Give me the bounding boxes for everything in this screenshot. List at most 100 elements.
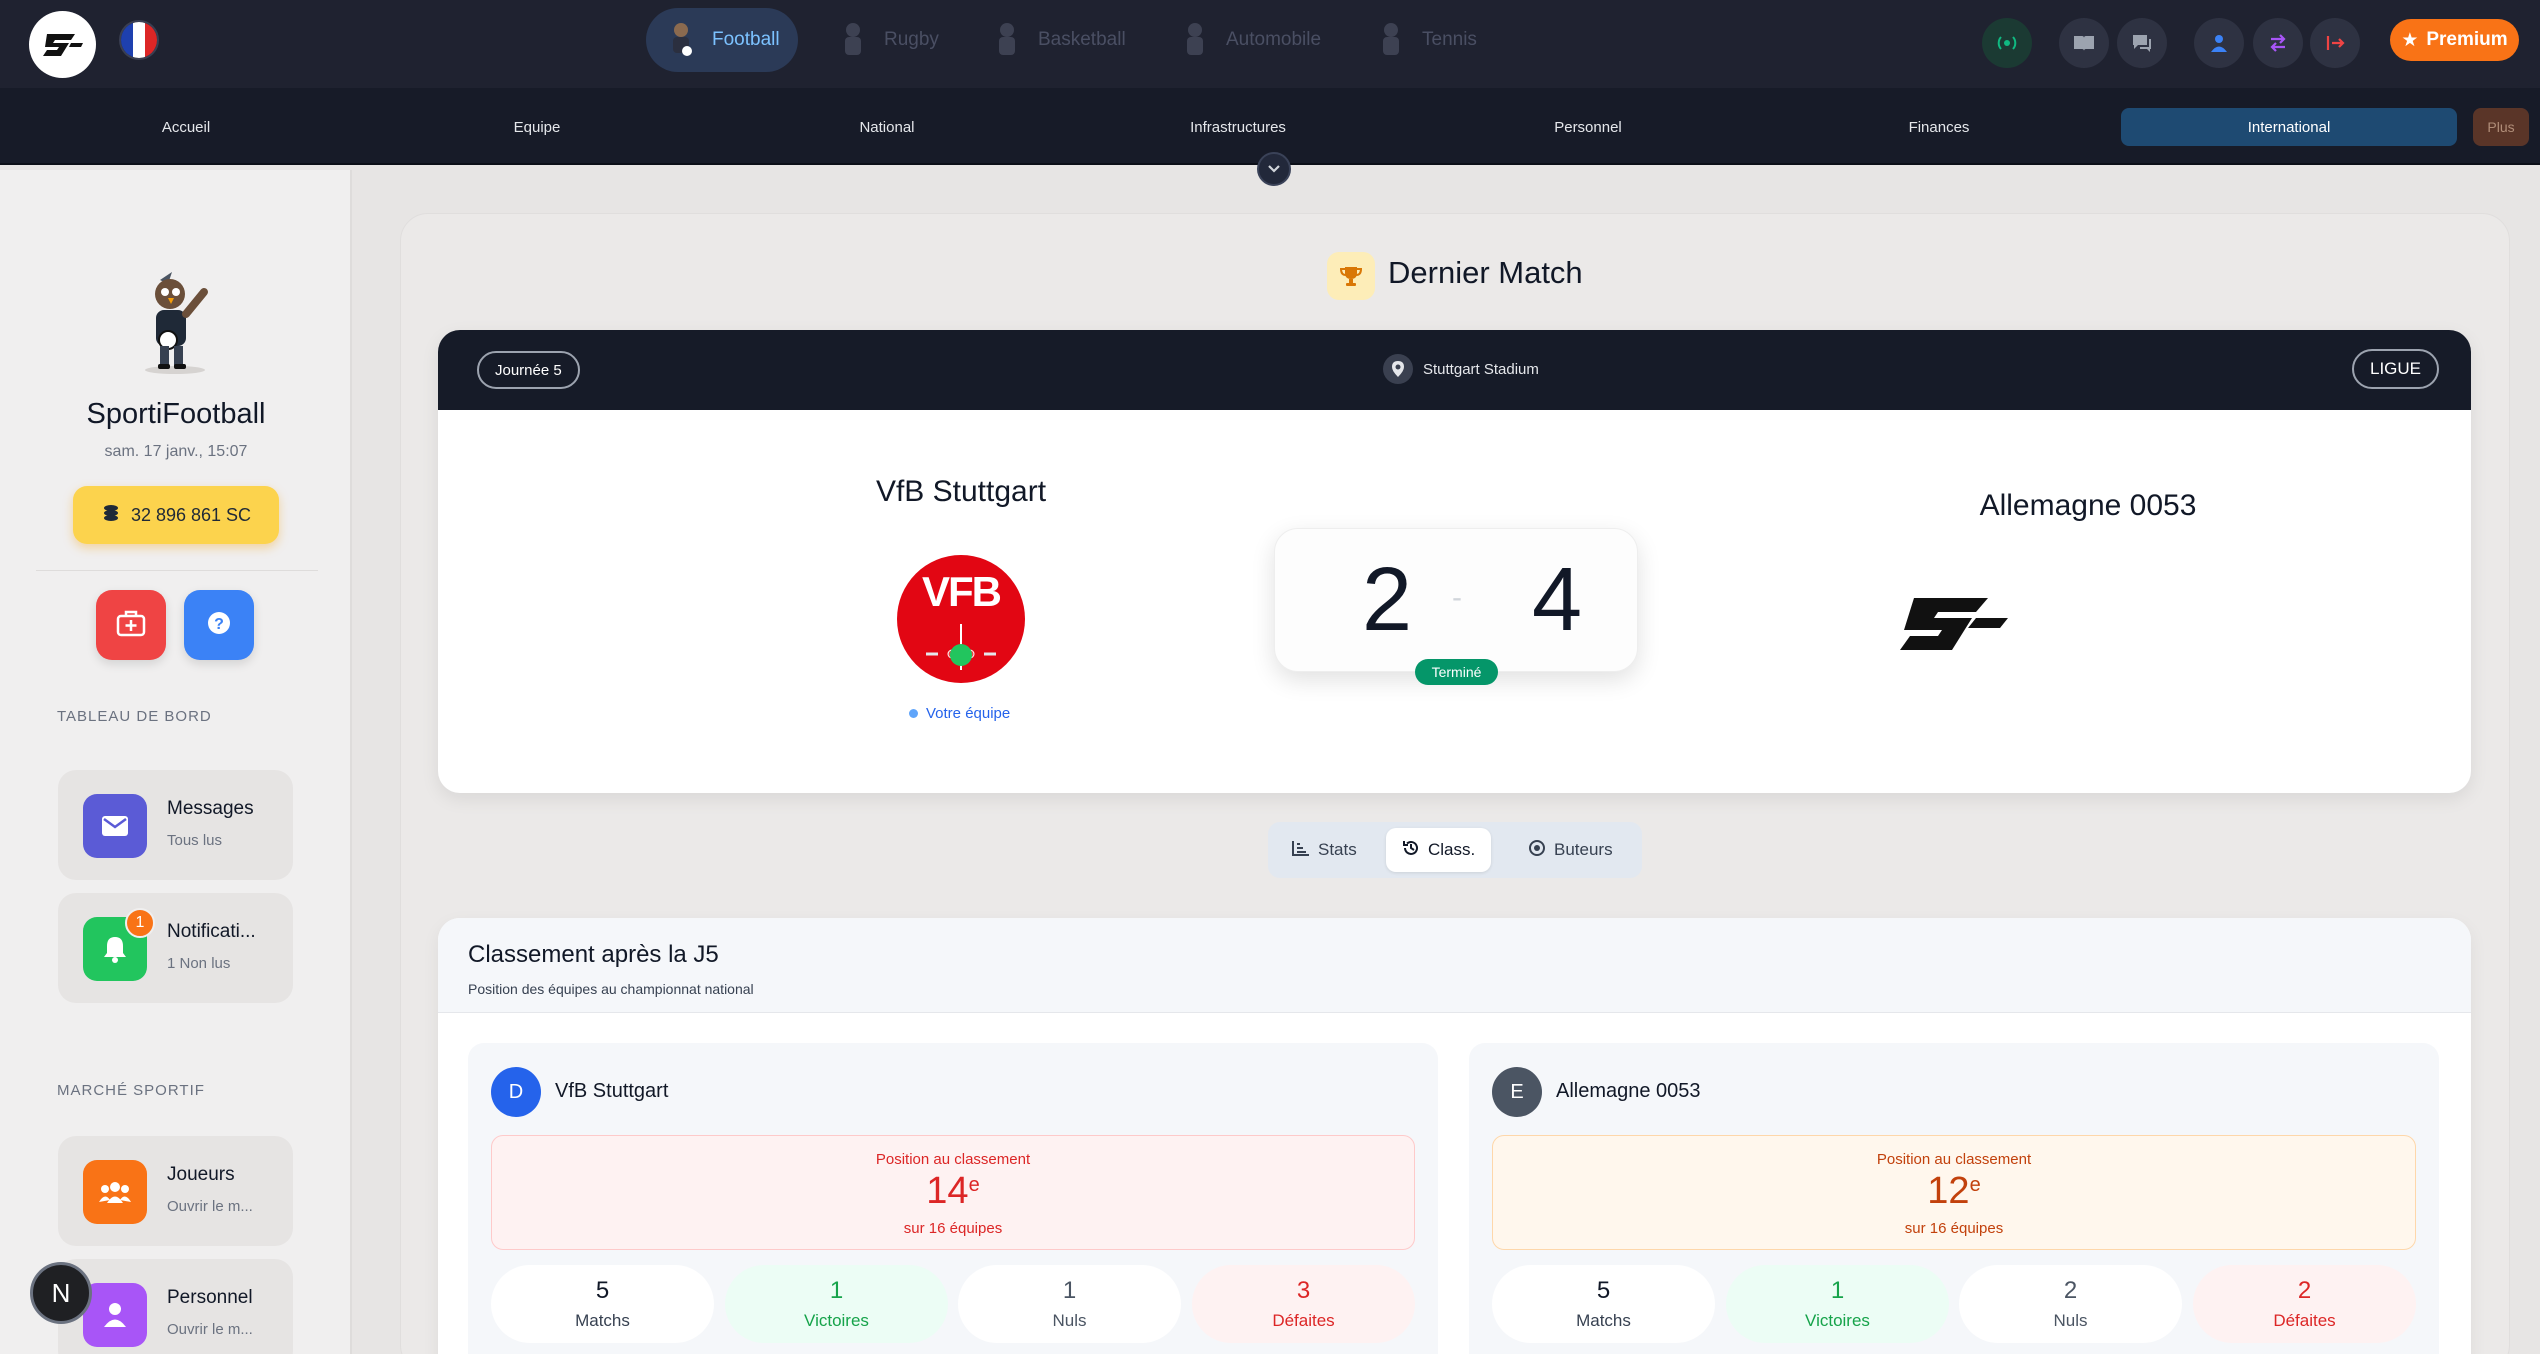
app-logo[interactable] — [29, 11, 96, 78]
automobile-mascot-icon — [1178, 20, 1212, 60]
first-aid-button[interactable] — [96, 590, 166, 660]
tab-stats[interactable]: Stats — [1276, 828, 1373, 872]
book-icon[interactable] — [2059, 18, 2109, 68]
divider — [36, 570, 318, 571]
sport-tab-football[interactable]: Football — [646, 8, 798, 72]
nav-national[interactable]: National — [719, 108, 1055, 146]
stat-losses: 2 Défaites — [2193, 1265, 2416, 1343]
position-label: Position au classement — [875, 1151, 1031, 1168]
sportifootball-logo-icon — [1896, 592, 2012, 664]
stat-value: 1 — [1062, 1277, 1077, 1304]
stat-value: 1 — [1830, 1277, 1845, 1304]
position-label: Position au classement — [1876, 1151, 2032, 1168]
nav-equipe[interactable]: Equipe — [369, 108, 705, 146]
users-icon — [83, 1160, 147, 1224]
scoreboard: 2 - 4 — [1274, 528, 1638, 672]
standings-subtitle: Position des équipes au championnat nati… — [468, 981, 754, 997]
coin-balance[interactable]: 32 896 861 SC — [73, 486, 279, 544]
position-suffix: e — [968, 1174, 980, 1196]
history-icon — [1402, 839, 1420, 862]
chat-icon[interactable] — [2117, 18, 2167, 68]
basketball-mascot-icon — [990, 20, 1024, 60]
stat-label: Nuls — [1052, 1311, 1087, 1330]
stat-label: Défaites — [1272, 1311, 1335, 1330]
sport-tab-tennis[interactable]: Tennis — [1356, 8, 1495, 72]
notifications-title: Notificati... — [167, 921, 256, 942]
vfb-stuttgart-crest-icon: VFB — [896, 554, 1026, 684]
position-box: Position au classement 14e sur 16 équipe… — [491, 1135, 1415, 1250]
sport-tab-rugby[interactable]: Rugby — [818, 8, 957, 72]
position-suffix: e — [1969, 1174, 1981, 1196]
nav-personnel[interactable]: Personnel — [1420, 108, 1756, 146]
stat-losses: 3 Défaites — [1192, 1265, 1415, 1343]
notifications-card[interactable]: Notificati... 1 Non lus — [58, 893, 293, 1003]
stat-matches: 5 Matchs — [1492, 1265, 1715, 1343]
position-number: 14 — [926, 1170, 969, 1212]
swap-icon[interactable] — [2253, 18, 2303, 68]
football-mascot-icon — [664, 20, 698, 60]
france-flag-icon[interactable] — [119, 20, 159, 60]
messages-card[interactable]: Messages Tous lus — [58, 770, 293, 880]
dot-icon — [909, 709, 918, 718]
tab-buteurs-label: Buteurs — [1554, 840, 1613, 859]
players-subtitle: Ouvrir le m... — [167, 1198, 253, 1215]
team-initial-avatar: E — [1492, 1067, 1542, 1117]
sidebar: SportiFootball sam. 17 janv., 15:07 32 8… — [0, 170, 352, 1354]
team-standing-home: D VfB Stuttgart Position au classement 1… — [468, 1043, 1438, 1354]
sport-tab-label: Basketball — [1038, 29, 1126, 50]
stat-label: Nuls — [2053, 1311, 2088, 1330]
staff-subtitle: Ouvrir le m... — [167, 1321, 253, 1338]
bar-chart-icon — [1292, 840, 1310, 861]
date-time: sam. 17 janv., 15:07 — [104, 443, 248, 460]
your-team-tag: Votre équipe — [909, 705, 1010, 722]
sport-tab-label: Automobile — [1226, 29, 1322, 50]
tab-classement[interactable]: Class. — [1386, 828, 1492, 872]
rugby-mascot-icon — [836, 20, 870, 60]
logout-icon[interactable] — [2310, 18, 2360, 68]
stat-label: Matchs — [575, 1311, 630, 1330]
standings-header: Classement après la J5 Position des équi… — [438, 918, 2471, 1013]
user-icon[interactable] — [2194, 18, 2244, 68]
question-icon: ? — [206, 610, 232, 641]
help-button[interactable]: ? — [184, 590, 254, 660]
section-dashboard-label: TABLEAU DE BORD — [57, 708, 212, 725]
user-avatar-button[interactable]: N — [30, 1262, 92, 1324]
team-name: Allemagne 0053 — [1556, 1080, 1701, 1102]
sport-tab-label: Tennis — [1422, 29, 1477, 50]
standings-card: Classement après la J5 Position des équi… — [438, 918, 2471, 1354]
messages-subtitle: Tous lus — [167, 832, 223, 849]
match-header: Journée 5 Stuttgart Stadium LIGUE — [438, 330, 2471, 410]
nav-international[interactable]: International — [2121, 108, 2457, 146]
players-card[interactable]: Joueurs Ouvrir le m... — [58, 1136, 293, 1246]
nav-infrastructures[interactable]: Infrastructures — [1070, 108, 1406, 146]
sport-tab-automobile[interactable]: Automobile — [1160, 8, 1339, 72]
live-signal-icon[interactable] — [1982, 18, 2032, 68]
premium-button[interactable]: ★ Premium — [2390, 19, 2519, 61]
nav-accueil[interactable]: Accueil — [18, 108, 354, 146]
home-score: 2 — [1361, 550, 1413, 650]
section-market-label: MARCHÉ SPORTIF — [57, 1082, 205, 1099]
coin-balance-value: 32 896 861 SC — [130, 504, 252, 525]
team-standing-away: E Allemagne 0053 Position au classement … — [1469, 1043, 2439, 1354]
stat-value: 3 — [1296, 1277, 1311, 1304]
chevron-down-icon[interactable] — [1257, 152, 1291, 186]
standings-title: Classement après la J5 — [468, 941, 719, 968]
tab-buteurs[interactable]: Buteurs — [1512, 828, 1629, 872]
sport-tab-label: Football — [712, 29, 780, 50]
tennis-mascot-icon — [1374, 20, 1408, 60]
brand-title: SportiFootball — [86, 398, 266, 430]
stat-draws: 1 Nuls — [958, 1265, 1181, 1343]
stat-value: 5 — [595, 1277, 610, 1304]
match-status-badge: Terminé — [1415, 659, 1498, 685]
messages-title: Messages — [167, 798, 254, 819]
away-team-name: Allemagne 0053 — [1979, 489, 2197, 522]
medical-kit-icon — [116, 609, 146, 642]
staff-user-icon — [83, 1283, 147, 1347]
nav-more-button[interactable]: Plus — [2473, 108, 2529, 146]
nav-finances[interactable]: Finances — [1771, 108, 2107, 146]
stat-label: Victoires — [1805, 1311, 1870, 1330]
position-value: 12e — [1493, 1170, 2415, 1213]
staff-card[interactable]: Personnel Ouvrir le m... — [58, 1259, 293, 1354]
sport-tab-basketball[interactable]: Basketball — [972, 8, 1144, 72]
top-bar: Football Rugby Basketball Automobile Ten… — [0, 0, 2540, 88]
